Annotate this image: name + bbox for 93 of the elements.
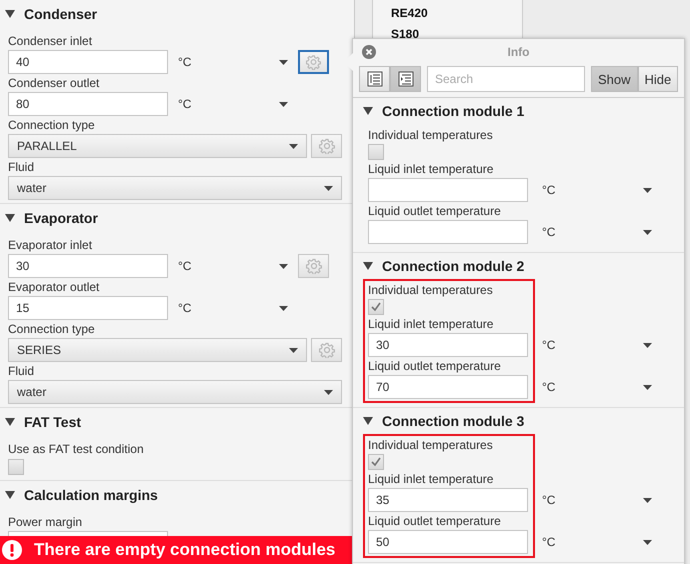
input-field[interactable]: 70 (368, 375, 528, 399)
unit-dropdown[interactable]: °C (172, 296, 294, 320)
close-icon[interactable] (362, 45, 376, 59)
input-field[interactable]: 35 (368, 488, 528, 512)
caret-icon (279, 102, 288, 106)
error-message: There are empty connection modules (34, 540, 336, 560)
input-field[interactable]: 30 (368, 333, 528, 357)
gear-icon (306, 258, 322, 274)
field-label: Condenser outlet (8, 75, 100, 92)
module-title: Connection module 3 (382, 413, 524, 429)
view-toggle-button[interactable] (359, 66, 390, 92)
input-field[interactable]: 40 (8, 50, 168, 74)
caret-icon (643, 540, 652, 544)
caret-icon (279, 264, 288, 268)
unit-dropdown[interactable]: °C (172, 50, 294, 74)
checkbox[interactable] (368, 299, 384, 315)
checkbox-label: Use as FAT test condition (8, 441, 145, 458)
caret-icon (643, 342, 652, 348)
checkbox[interactable] (8, 459, 24, 475)
caret-icon (289, 348, 298, 352)
gear-icon (318, 342, 334, 358)
field-label: Liquid inlet temperature (368, 161, 494, 178)
checkbox-label: Individual temperatures (368, 437, 494, 454)
field-label: Evaporator outlet (8, 279, 100, 296)
input-field[interactable] (368, 178, 528, 202)
caret-icon (279, 306, 288, 310)
caret-icon (324, 186, 333, 190)
caret-icon (289, 144, 298, 148)
caret-icon (643, 498, 652, 502)
field-label: Condenser inlet (8, 33, 94, 50)
dropdown[interactable]: water (8, 380, 342, 404)
checkbox-label: Individual temperatures (368, 127, 494, 144)
unit-dropdown[interactable]: °C (172, 92, 294, 116)
dropdown[interactable]: PARALLEL (8, 134, 307, 158)
dropdown[interactable]: water (8, 176, 342, 200)
input-field[interactable]: 15 (8, 296, 168, 320)
expand-triangle-icon[interactable] (5, 214, 15, 222)
section-title: Calculation margins (24, 487, 158, 503)
unit-dropdown[interactable]: °C (536, 220, 658, 244)
caret-icon (643, 188, 652, 192)
field-label: Liquid outlet temperature (368, 513, 502, 530)
field-label: Power margin (8, 514, 84, 531)
filter-button[interactable]: Show (591, 66, 638, 92)
checkbox[interactable] (368, 454, 384, 470)
caret-icon (324, 390, 333, 394)
expand-triangle-icon[interactable] (5, 418, 15, 426)
checkbox-label: Individual temperatures (368, 282, 494, 299)
field-label: Fluid (8, 159, 36, 176)
field-label: Liquid inlet temperature (368, 471, 494, 488)
unit-dropdown[interactable]: °C (536, 178, 658, 202)
checkmark-icon (370, 456, 382, 468)
expand-triangle-icon[interactable] (363, 107, 373, 115)
field-label: Connection type (8, 117, 96, 134)
unit-dropdown[interactable]: °C (536, 488, 658, 512)
search-field[interactable]: Search (427, 66, 585, 92)
module-title: Connection module 2 (382, 258, 524, 274)
popup-title: Info (508, 45, 530, 59)
field-label: Connection type (8, 321, 96, 338)
expand-triangle-icon[interactable] (5, 10, 15, 18)
field-label: Fluid (8, 363, 36, 380)
field-label: Liquid outlet temperature (368, 358, 502, 375)
section-title: Condenser (24, 6, 98, 22)
view-toggle-button[interactable] (390, 66, 421, 92)
unit-dropdown[interactable]: °C (172, 254, 294, 278)
caret-icon (279, 60, 288, 64)
gear-icon (306, 54, 321, 70)
unit-dropdown[interactable]: °C (536, 375, 658, 399)
dropdown[interactable]: SERIES (8, 338, 307, 362)
input-field[interactable]: 50 (368, 530, 528, 554)
input-field[interactable]: 30 (8, 254, 168, 278)
expand-triangle-icon[interactable] (5, 491, 15, 499)
field-label: Liquid outlet temperature (368, 203, 502, 220)
expand-triangle-icon[interactable] (363, 417, 373, 425)
input-field[interactable] (368, 220, 528, 244)
checkbox[interactable] (368, 144, 384, 160)
caret-icon (643, 384, 652, 390)
field-label: Liquid inlet temperature (368, 316, 494, 333)
field-label: Evaporator inlet (8, 237, 94, 254)
list-icon (366, 71, 382, 87)
section-title: FAT Test (24, 414, 82, 430)
settings-button[interactable] (298, 50, 329, 74)
section-title: Evaporator (24, 210, 98, 226)
input-field[interactable]: 80 (8, 92, 168, 116)
indent-list-icon (398, 71, 414, 87)
module-title: Connection module 1 (382, 103, 524, 119)
caret-icon (643, 230, 652, 234)
filter-button[interactable]: Hide (638, 66, 678, 92)
checkmark-icon (370, 301, 382, 313)
unit-dropdown[interactable]: °C (536, 530, 658, 554)
expand-triangle-icon[interactable] (363, 262, 373, 270)
unit-dropdown[interactable]: °C (536, 333, 658, 357)
gear-icon (318, 138, 334, 154)
list-item[interactable]: RE420 (391, 3, 522, 24)
